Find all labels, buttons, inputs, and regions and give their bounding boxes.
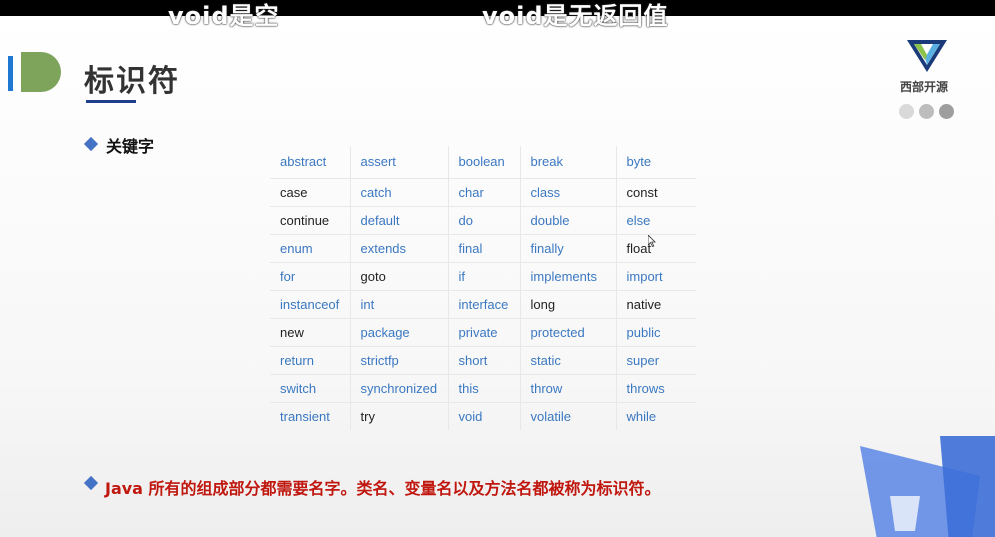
keyword-row: switch synchronized this throw throws: [270, 374, 696, 403]
keyword-cell: byte: [616, 146, 696, 179]
keyword-cell: implements: [520, 262, 617, 291]
keyword-cell: default: [350, 206, 449, 235]
keyword-cell: instanceof: [270, 290, 351, 319]
keyword-cell: else: [616, 206, 696, 235]
keyword-cell: long: [520, 290, 617, 319]
keyword-cell: final: [448, 234, 521, 263]
keyword-cell: new: [270, 318, 351, 347]
keyword-cell: static: [520, 346, 617, 375]
dot-2: [919, 104, 934, 119]
slide-title: 标识符: [84, 64, 180, 99]
keyword-cell: this: [448, 374, 521, 403]
section-heading-keywords: 关键字: [106, 137, 155, 156]
keyword-row: abstract assert boolean break byte: [270, 146, 696, 179]
keyword-cell: break: [520, 146, 617, 179]
keyword-cell: catch: [350, 178, 449, 207]
keyword-cell: strictfp: [350, 346, 449, 375]
keyword-cell: do: [448, 206, 521, 235]
keyword-cell: enum: [270, 234, 351, 263]
keyword-cell: protected: [520, 318, 617, 347]
accent-gap: [15, 52, 21, 92]
keyword-cell: throws: [616, 374, 696, 403]
title-underline: [86, 100, 136, 103]
triangle-v-logo-icon: [907, 40, 947, 72]
keyword-cell: return: [270, 346, 351, 375]
keyword-row: instanceof int interface long native: [270, 290, 696, 319]
keyword-cell: synchronized: [350, 374, 449, 403]
section-heading-identifiers: Java 所有的组成部分都需要名字。类名、变量名以及方法名都被称为标识符。: [105, 479, 661, 498]
keyword-row: enum extends final finally float: [270, 234, 696, 263]
keyword-cell: assert: [350, 146, 449, 179]
slide-dots: [899, 104, 954, 119]
dot-3: [939, 104, 954, 119]
keyword-cell: const: [616, 178, 696, 207]
keyword-cell: goto: [350, 262, 449, 291]
keyword-cell: switch: [270, 374, 351, 403]
keyword-row: return strictfp short static super: [270, 346, 696, 375]
keyword-cell: float: [616, 234, 696, 263]
keyword-cell: while: [626, 408, 657, 424]
keyword-cell: void: [448, 402, 521, 430]
keyword-row: transient try void volatile while: [270, 402, 696, 430]
keyword-row: case catch char class const: [270, 178, 696, 207]
keyword-cell: case: [270, 178, 351, 207]
keyword-row: for goto if implements import: [270, 262, 696, 291]
keyword-cell: super: [616, 346, 696, 375]
keyword-cell: volatile: [520, 402, 617, 430]
dot-1: [899, 104, 914, 119]
keyword-cell: throw: [520, 374, 617, 403]
keyword-table: abstract assert boolean break byte case catch c…: [270, 146, 696, 430]
keyword-cell: class: [520, 178, 617, 207]
keyword-cell: int: [350, 290, 449, 319]
diamond-bullet-icon: [83, 136, 99, 152]
keyword-row: continue default do double else: [270, 206, 696, 235]
keyword-cell: package: [350, 318, 449, 347]
keyword-cell: extends: [350, 234, 449, 263]
video-subtitle-right: void是无返回值: [482, 2, 669, 30]
video-subtitle-left: void是空: [168, 2, 280, 30]
keyword-cell: char: [448, 178, 521, 207]
keyword-cell: import: [616, 262, 696, 291]
keyword-cell: transient: [270, 402, 351, 430]
diamond-bullet-icon: [83, 475, 99, 491]
keyword-cell: try: [350, 402, 449, 430]
keyword-cell: short: [448, 346, 521, 375]
keyword-cell: for: [270, 262, 351, 291]
keyword-cell: double: [520, 206, 617, 235]
slide: 标识符 西部开源 关键字 abstract assert boolean break b…: [0, 16, 995, 537]
keyword-cell: abstract: [270, 146, 351, 179]
keyword-row: new package private protected public: [270, 318, 696, 347]
keyword-cell: finally: [520, 234, 617, 263]
keyword-cell: public: [616, 318, 696, 347]
keyword-cell: interface: [448, 290, 521, 319]
keyword-cell: native: [616, 290, 696, 319]
accent-bar: [8, 56, 13, 91]
keyword-cell: continue: [270, 206, 351, 235]
keyword-cell: boolean: [448, 146, 521, 179]
mouse-cursor-icon: [648, 235, 656, 247]
brand-name: 西部开源: [900, 80, 949, 94]
accent-d-shape: [19, 52, 61, 92]
keyword-cell: if: [448, 262, 521, 291]
keyword-cell: private: [448, 318, 521, 347]
corner-decoration: [860, 436, 995, 537]
